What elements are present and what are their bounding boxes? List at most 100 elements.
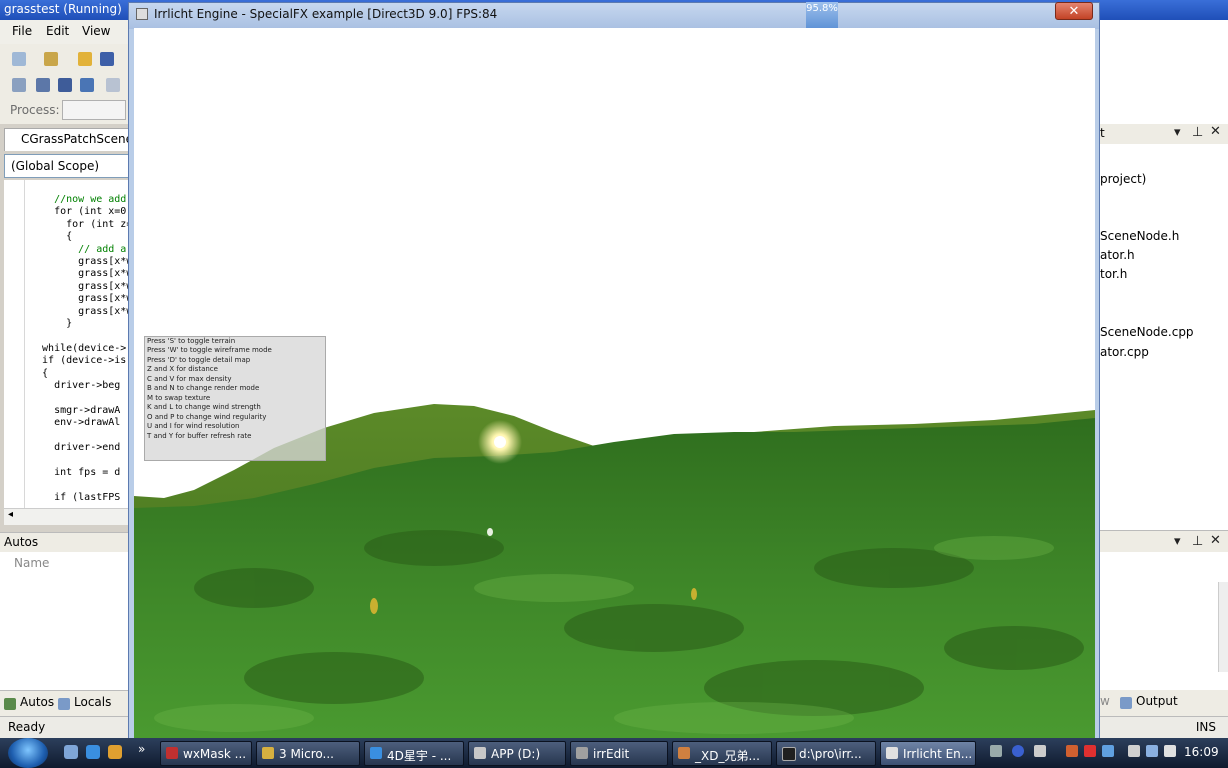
app-icon	[678, 747, 690, 759]
code-line: for (int z=	[30, 218, 133, 230]
clock: 16:09	[1184, 745, 1219, 759]
start-button[interactable]	[8, 738, 48, 768]
status-text: Ready	[8, 720, 46, 734]
network-icon[interactable]	[1128, 745, 1140, 757]
help-line: Press 'D' to toggle detail map	[147, 356, 251, 364]
code-line: {	[30, 231, 73, 243]
code-line: env->drawAl	[30, 417, 121, 429]
code-line: for (int x=0;	[30, 206, 133, 218]
output-panel	[1100, 552, 1228, 690]
help-line: Press 'S' to toggle terrain	[147, 337, 236, 345]
output-scrollbar[interactable]	[1218, 582, 1228, 672]
solution-item[interactable]: project)	[1100, 172, 1146, 186]
panel-menu-icon[interactable]: ▾	[1174, 125, 1181, 140]
scroll-left-icon[interactable]: ◂	[8, 509, 13, 520]
ie-icon	[370, 747, 382, 759]
tray-icon[interactable]	[1102, 745, 1114, 757]
code-margin	[4, 180, 25, 510]
quicklaunch-more-icon[interactable]: »	[138, 742, 145, 756]
autos-panel-title: Autos	[0, 532, 130, 553]
close-button[interactable]: ✕	[1055, 2, 1093, 20]
menu-edit[interactable]: Edit	[46, 24, 69, 38]
task-button[interactable]: APP (D:)	[468, 741, 566, 766]
task-button[interactable]: Irrlicht En...	[880, 741, 976, 766]
autos-tab-icon	[4, 698, 16, 710]
code-line: if (lastFPS	[30, 491, 121, 503]
pause-icon[interactable]	[36, 78, 50, 92]
help-line: Z and X for distance	[147, 365, 218, 373]
pin-icon[interactable]: ⊥	[1192, 125, 1203, 140]
code-line: grass[x*w	[30, 305, 133, 317]
solution-item[interactable]: ator.cpp	[1100, 345, 1149, 359]
show-desktop-icon[interactable]	[64, 745, 78, 759]
help-line: B and N to change render mode	[147, 384, 260, 392]
help-line: M to swap texture	[147, 394, 211, 402]
task-button[interactable]: irrEdit	[570, 741, 668, 766]
tab-locals[interactable]: Locals	[74, 695, 111, 709]
drive-icon	[474, 747, 486, 759]
debug-toolbar	[0, 72, 130, 98]
locals-tab-icon	[58, 698, 70, 710]
code-line: // add a	[30, 243, 127, 255]
console-icon	[782, 747, 796, 761]
panel-menu-icon[interactable]: ▾	[1174, 534, 1181, 549]
save-icon[interactable]	[100, 52, 114, 66]
help-line: K and L to change wind strength	[147, 403, 261, 411]
task-button[interactable]: _XD_兄弟...	[672, 741, 772, 766]
code-line: grass[x*w	[30, 293, 133, 305]
show-next-statement-icon[interactable]	[106, 78, 120, 92]
tab-autos[interactable]: Autos	[20, 695, 54, 709]
add-item-icon[interactable]	[44, 52, 58, 66]
cpu-meter-value: 95.8%	[806, 3, 838, 14]
panel-close-icon[interactable]: ✕	[1210, 533, 1221, 548]
menu-view[interactable]: View	[82, 24, 110, 38]
app-icon	[576, 747, 588, 759]
open-folder-icon[interactable]	[78, 52, 92, 66]
debug-tab-strip: Autos Locals	[0, 690, 130, 717]
volume-icon[interactable]	[1164, 745, 1176, 757]
solution-item[interactable]: tor.h	[1100, 267, 1127, 281]
code-line: //now we add	[30, 194, 127, 205]
autos-column-header[interactable]: Name	[0, 552, 130, 575]
tab-output[interactable]: Output	[1136, 694, 1178, 708]
scope-dropdown[interactable]: (Global Scope)	[4, 154, 130, 178]
panel-close-icon[interactable]: ✕	[1210, 124, 1221, 139]
restart-icon[interactable]	[80, 78, 94, 92]
autos-grid	[0, 574, 130, 690]
task-button[interactable]: wxMask ...	[160, 741, 252, 766]
media-player-icon[interactable]	[108, 745, 122, 759]
menu-file[interactable]: File	[12, 24, 32, 38]
pin-icon[interactable]: ⊥	[1192, 534, 1203, 549]
solution-item[interactable]: SceneNode.cpp	[1100, 325, 1194, 339]
code-line: grass[x*w	[30, 256, 133, 267]
display-icon[interactable]	[1146, 745, 1158, 757]
task-button[interactable]: 4D星宇 - ...	[364, 741, 464, 766]
keyboard-icon[interactable]	[990, 745, 1002, 757]
standard-toolbar	[0, 44, 130, 72]
tray-icon[interactable]	[1084, 745, 1096, 757]
document-tab[interactable]: CGrassPatchSceneN	[4, 128, 142, 151]
editor-horizontal-scrollbar[interactable]: ◂	[4, 508, 130, 525]
stop-icon[interactable]	[58, 78, 72, 92]
tab-partial[interactable]: w	[1100, 694, 1110, 708]
tray-icon[interactable]	[1034, 745, 1046, 757]
solution-explorer-title: t	[1100, 126, 1105, 140]
process-dropdown[interactable]	[62, 100, 126, 120]
flower	[691, 588, 697, 600]
continue-icon[interactable]	[12, 78, 26, 92]
process-label: Process:	[10, 103, 60, 117]
help-icon[interactable]	[1012, 745, 1024, 757]
help-line: T and Y for buffer refresh rate	[147, 432, 252, 440]
flower	[370, 598, 378, 614]
task-button[interactable]: d:\pro\irr...	[776, 741, 876, 766]
new-project-icon[interactable]	[12, 52, 26, 66]
task-button[interactable]: 3 Micro...	[256, 741, 360, 766]
right-toolbar-area	[1100, 20, 1228, 124]
app-icon	[262, 747, 274, 759]
solution-item[interactable]: SceneNode.h	[1100, 229, 1179, 243]
code-line: int fps = d	[30, 466, 121, 478]
solution-item[interactable]: ator.h	[1100, 248, 1135, 262]
document-tab-label: CGrassPatchSceneN	[21, 132, 142, 146]
tray-icon[interactable]	[1066, 745, 1078, 757]
ie-icon[interactable]	[86, 745, 100, 759]
